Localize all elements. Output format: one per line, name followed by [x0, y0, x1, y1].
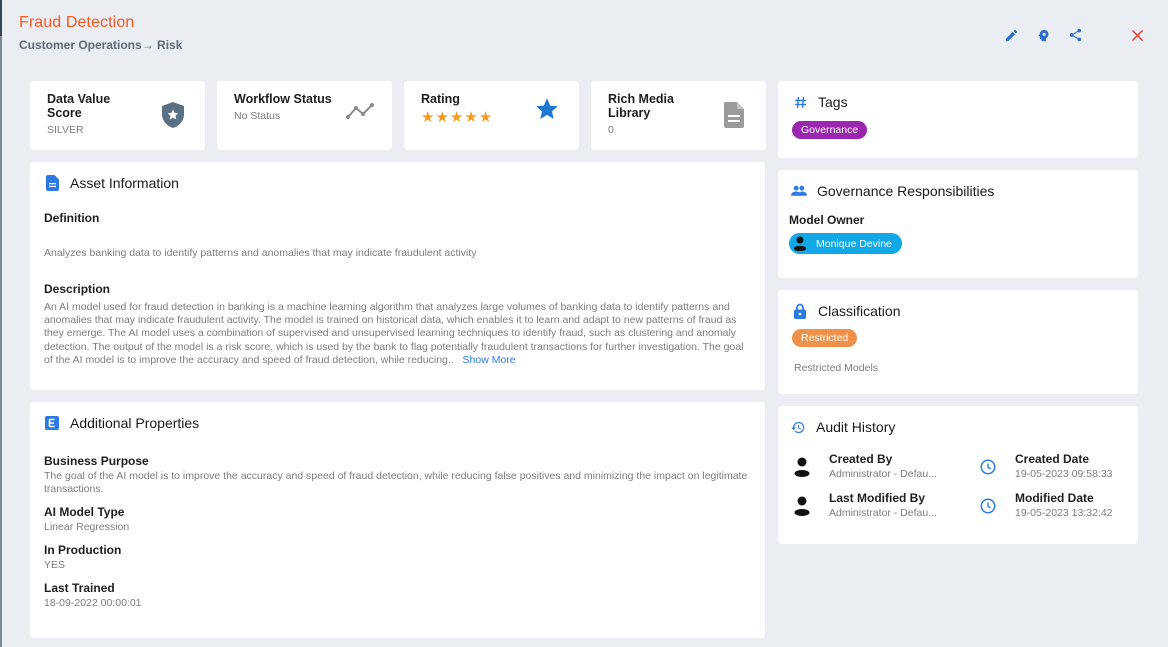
rating-star-icon[interactable]: ★ — [450, 110, 463, 125]
section-title: Additional Properties — [70, 415, 200, 431]
modified-by: Last Modified By Administrator - Defau..… — [789, 491, 969, 520]
brain-head-icon — [1037, 29, 1048, 41]
property-value: YES — [44, 559, 66, 571]
audit-grid: Created By Administrator - Defau... Crea… — [789, 452, 1127, 520]
owner-name: Monique Devine — [816, 237, 892, 250]
close-icon — [1131, 29, 1143, 41]
share-button[interactable] — [1066, 26, 1084, 44]
tags-card: Tags Governance — [778, 81, 1138, 158]
property-value: The goal of the AI model is to improve t… — [44, 470, 748, 495]
section-header: Audit History — [789, 419, 1127, 435]
classification-note: Restricted Models — [794, 362, 879, 374]
rating-card[interactable]: Rating ★ ★ ★ ★ ★ — [404, 81, 579, 150]
owner-pill[interactable]: Monique Devine — [789, 233, 902, 254]
property-item: Business Purpose The goal of the AI mode… — [44, 454, 751, 496]
classification-pill[interactable]: Restricted — [792, 329, 858, 347]
section-title: Classification — [818, 303, 901, 319]
document-icon — [44, 175, 60, 191]
entity-icon — [44, 415, 60, 431]
rating-star-icon[interactable]: ★ — [479, 110, 492, 125]
header-actions — [1002, 26, 1146, 44]
rating-star-icon[interactable]: ★ — [421, 110, 434, 125]
property-item: In Production YES — [44, 543, 751, 572]
section-title: Tags — [818, 94, 848, 110]
description-value: An AI model used for fraud detection in … — [44, 301, 751, 367]
pencil-icon — [1005, 29, 1017, 41]
user-icon — [789, 454, 815, 480]
people-icon — [791, 183, 807, 199]
section-header: Classification — [792, 303, 1124, 319]
document-icon — [720, 99, 748, 131]
property-label: AI Model Type — [44, 505, 125, 519]
share-icon — [1069, 28, 1081, 42]
property-label: Business Purpose — [44, 454, 149, 468]
hashtag-icon — [792, 94, 808, 110]
clock-icon — [975, 454, 1001, 480]
property-item: Last Trained 18-09-2022 00:00:01 — [44, 581, 751, 610]
stat-title: Rating — [421, 92, 460, 106]
audit-value: Administrator - Defau... — [829, 468, 937, 480]
stat-title: Rich Media Library — [608, 92, 674, 120]
page-title: Fraud Detection — [19, 14, 135, 31]
history-icon — [790, 419, 806, 435]
property-label: In Production — [44, 543, 122, 557]
audit-label: Created By — [829, 452, 893, 466]
section-title: Asset Information — [70, 175, 179, 191]
additional-properties-card: Additional Properties Business Purpose T… — [30, 402, 765, 638]
asset-information-card: Asset Information Definition Analyzes ba… — [30, 162, 765, 390]
section-header: Tags — [792, 94, 1124, 110]
rich-media-library-card[interactable]: Rich Media Library 0 — [591, 81, 766, 150]
edit-button[interactable] — [1002, 26, 1020, 44]
section-header: Governance Responsibilities — [789, 183, 1127, 199]
window-edge-top — [0, 0, 2, 36]
section-title: Governance Responsibilities — [817, 183, 995, 199]
workflow-status-card[interactable]: Workflow Status No Status — [217, 81, 392, 150]
breadcrumb[interactable]: Customer Operations→ Risk — [19, 38, 182, 52]
audit-label: Modified Date — [1015, 491, 1094, 505]
definition-value: Analyzes banking data to identify patter… — [44, 247, 477, 259]
property-value: 18-09-2022 00:00:01 — [44, 597, 142, 609]
stat-title: Workflow Status — [234, 92, 332, 106]
audit-label: Last Modified By — [829, 491, 926, 505]
tag-pill[interactable]: Governance — [792, 121, 868, 139]
shield-star-icon — [159, 99, 187, 131]
created-by: Created By Administrator - Defau... — [789, 452, 969, 481]
property-value: Linear Regression — [44, 521, 130, 533]
section-header: Asset Information — [44, 175, 751, 191]
page-header: Fraud Detection Customer Operations→ Ris… — [19, 14, 182, 52]
description-label: Description — [44, 282, 111, 296]
classification-card: Classification Restricted Restricted Mod… — [778, 290, 1138, 394]
property-label: Last Trained — [44, 581, 115, 595]
audit-label: Created Date — [1015, 452, 1090, 466]
rating-star-icon[interactable]: ★ — [464, 110, 477, 125]
definition-label: Definition — [44, 211, 100, 225]
window-edge — [0, 0, 2, 647]
section-title: Audit History — [816, 419, 896, 435]
governance-responsibilities-card: Governance Responsibilities Model Owner … — [778, 170, 1138, 278]
lock-icon — [792, 303, 808, 319]
stat-title: Data Value Score — [47, 92, 111, 120]
close-button[interactable] — [1128, 26, 1146, 44]
ai-insights-button[interactable] — [1034, 26, 1052, 44]
audit-history-card: Audit History Created By Administrator -… — [778, 406, 1138, 544]
modified-date: Modified Date 19-05-2023 13:32:42 — [969, 491, 1139, 520]
show-more-link[interactable]: Show More — [463, 354, 516, 366]
star-icon[interactable] — [533, 93, 561, 125]
section-header: Additional Properties — [44, 415, 751, 431]
data-value-score-card[interactable]: Data Value Score SILVER — [30, 81, 205, 150]
clock-icon — [975, 493, 1001, 519]
property-item: AI Model Type Linear Regression — [44, 505, 751, 534]
audit-value: 19-05-2023 09:58:33 — [1015, 468, 1113, 480]
trend-line-icon — [346, 95, 374, 127]
description-text: An AI model used for fraud detection in … — [44, 301, 744, 366]
user-icon — [789, 493, 815, 519]
audit-value: Administrator - Defau... — [829, 507, 937, 519]
rating-star-icon[interactable]: ★ — [435, 110, 448, 125]
audit-value: 19-05-2023 13:32:42 — [1015, 507, 1113, 519]
role-label: Model Owner — [789, 213, 865, 227]
user-avatar-icon — [792, 236, 808, 252]
created-date: Created Date 19-05-2023 09:58:33 — [969, 452, 1139, 481]
